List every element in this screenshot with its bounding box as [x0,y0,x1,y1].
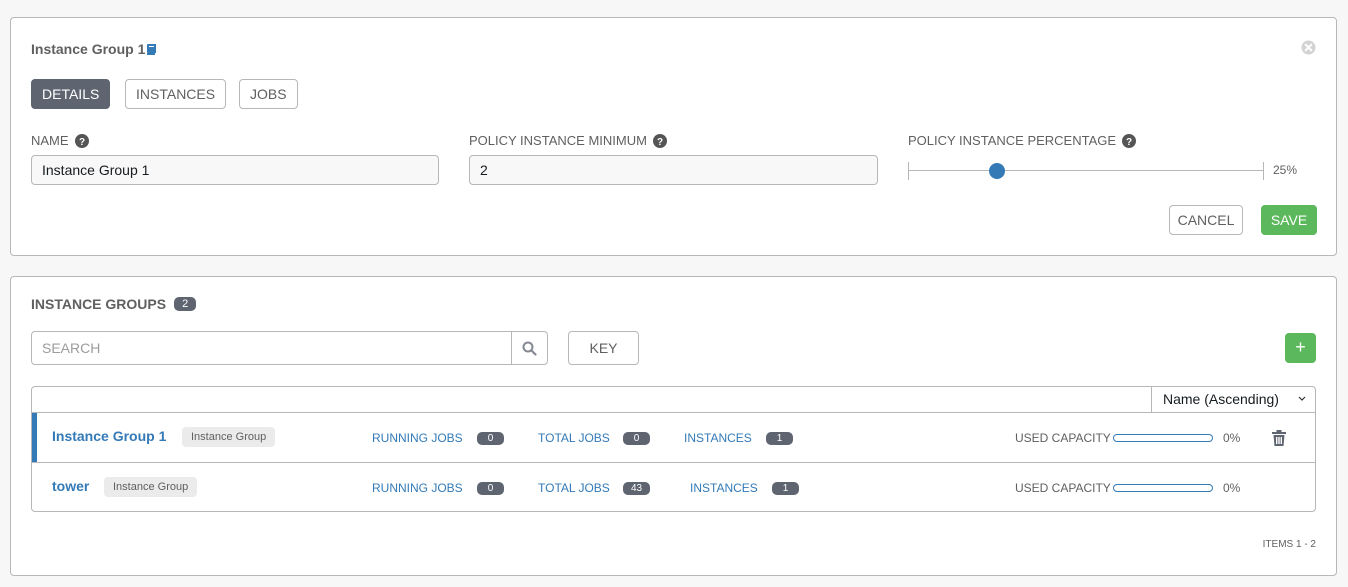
policy-percentage-label: POLICY INSTANCE PERCENTAGE ? [908,133,1137,148]
used-capacity-label: USED CAPACITY [1015,431,1111,445]
total-jobs-count: 43 [623,482,650,495]
policy-percentage-value: 25% [1273,163,1298,177]
chevron-down-icon [1298,396,1306,401]
list-header [32,387,1315,413]
policy-minimum-input[interactable]: 2 [469,155,878,185]
used-capacity-bar [1113,484,1213,492]
instances-count: 1 [772,482,799,495]
slider-min-tick [908,162,909,180]
policy-minimum-label: POLICY INSTANCE MINIMUM ? [469,133,667,148]
slider-thumb[interactable] [989,163,1005,179]
instances-link[interactable]: INSTANCES [684,431,752,445]
instance-groups-table: Name (Ascending) Instance Group 1 Instan… [31,386,1316,512]
instance-groups-list-panel: INSTANCE GROUPS 2 KEY + Name (Ascending)… [10,276,1337,576]
used-capacity-label: USED CAPACITY [1015,481,1111,495]
running-jobs-link[interactable]: RUNNING JOBS [372,481,463,495]
trash-icon[interactable] [1272,430,1286,446]
sort-select[interactable]: Name (Ascending) [1151,387,1315,413]
total-jobs-link[interactable]: TOTAL JOBS [538,481,610,495]
svg-text:?: ? [1126,137,1132,148]
instances-count: 1 [766,432,793,445]
policy-percentage-slider[interactable] [908,162,1264,180]
form-title: Instance Group 1 [31,41,157,57]
add-button[interactable]: + [1285,333,1316,363]
tab-jobs[interactable]: JOBS [239,79,298,109]
policy-percentage-label-text: POLICY INSTANCE PERCENTAGE [908,133,1117,148]
policy-minimum-label-text: POLICY INSTANCE MINIMUM [469,133,647,148]
instances-link[interactable]: INSTANCES [690,481,758,495]
book-icon [147,44,157,55]
svg-text:?: ? [79,137,85,148]
slider-max-tick [1263,162,1264,180]
name-label: NAME ? [31,133,89,148]
help-icon[interactable]: ? [652,133,667,148]
slider-track [908,170,1264,171]
name-input[interactable]: Instance Group 1 [31,155,439,185]
total-jobs-count: 0 [623,432,650,445]
key-button[interactable]: KEY [568,331,639,365]
running-jobs-link[interactable]: RUNNING JOBS [372,431,463,445]
total-jobs-link[interactable]: TOTAL JOBS [538,431,610,445]
running-jobs-count: 0 [477,482,504,495]
tab-instances[interactable]: INSTANCES [125,79,227,109]
help-icon[interactable]: ? [1122,133,1137,148]
used-capacity-bar [1113,434,1213,442]
search-box [31,331,548,365]
instance-group-form-panel: Instance Group 1 DETAILS INSTANCES JOBS … [10,17,1337,256]
items-count: ITEMS 1 - 2 [1262,539,1316,550]
type-tag: Instance Group [182,427,276,447]
cancel-button[interactable]: CANCEL [1169,205,1243,235]
list-title: INSTANCE GROUPS 2 [31,296,197,312]
sort-label: Name (Ascending) [1163,391,1279,407]
help-icon[interactable]: ? [74,133,89,148]
used-capacity-value: 0% [1223,431,1241,445]
list-title-text: INSTANCE GROUPS [31,296,167,312]
close-icon[interactable] [1301,40,1316,55]
table-row[interactable]: tower Instance Group RUNNING JOBS 0 TOTA… [32,463,1315,511]
save-button[interactable]: SAVE [1261,205,1317,235]
group-name-link[interactable]: tower [52,478,89,494]
name-label-text: NAME [31,133,69,148]
type-tag: Instance Group [104,477,198,497]
form-title-text: Instance Group 1 [31,41,146,57]
used-capacity-value: 0% [1223,481,1241,495]
search-button[interactable] [511,332,547,364]
svg-text:?: ? [657,137,663,148]
table-row[interactable]: Instance Group 1 Instance Group RUNNING … [32,413,1315,463]
search-icon [522,341,537,356]
tab-details[interactable]: DETAILS [31,79,111,109]
search-input[interactable] [32,332,511,364]
count-badge: 2 [174,297,197,311]
running-jobs-count: 0 [477,432,504,445]
group-name-link[interactable]: Instance Group 1 [52,428,166,444]
